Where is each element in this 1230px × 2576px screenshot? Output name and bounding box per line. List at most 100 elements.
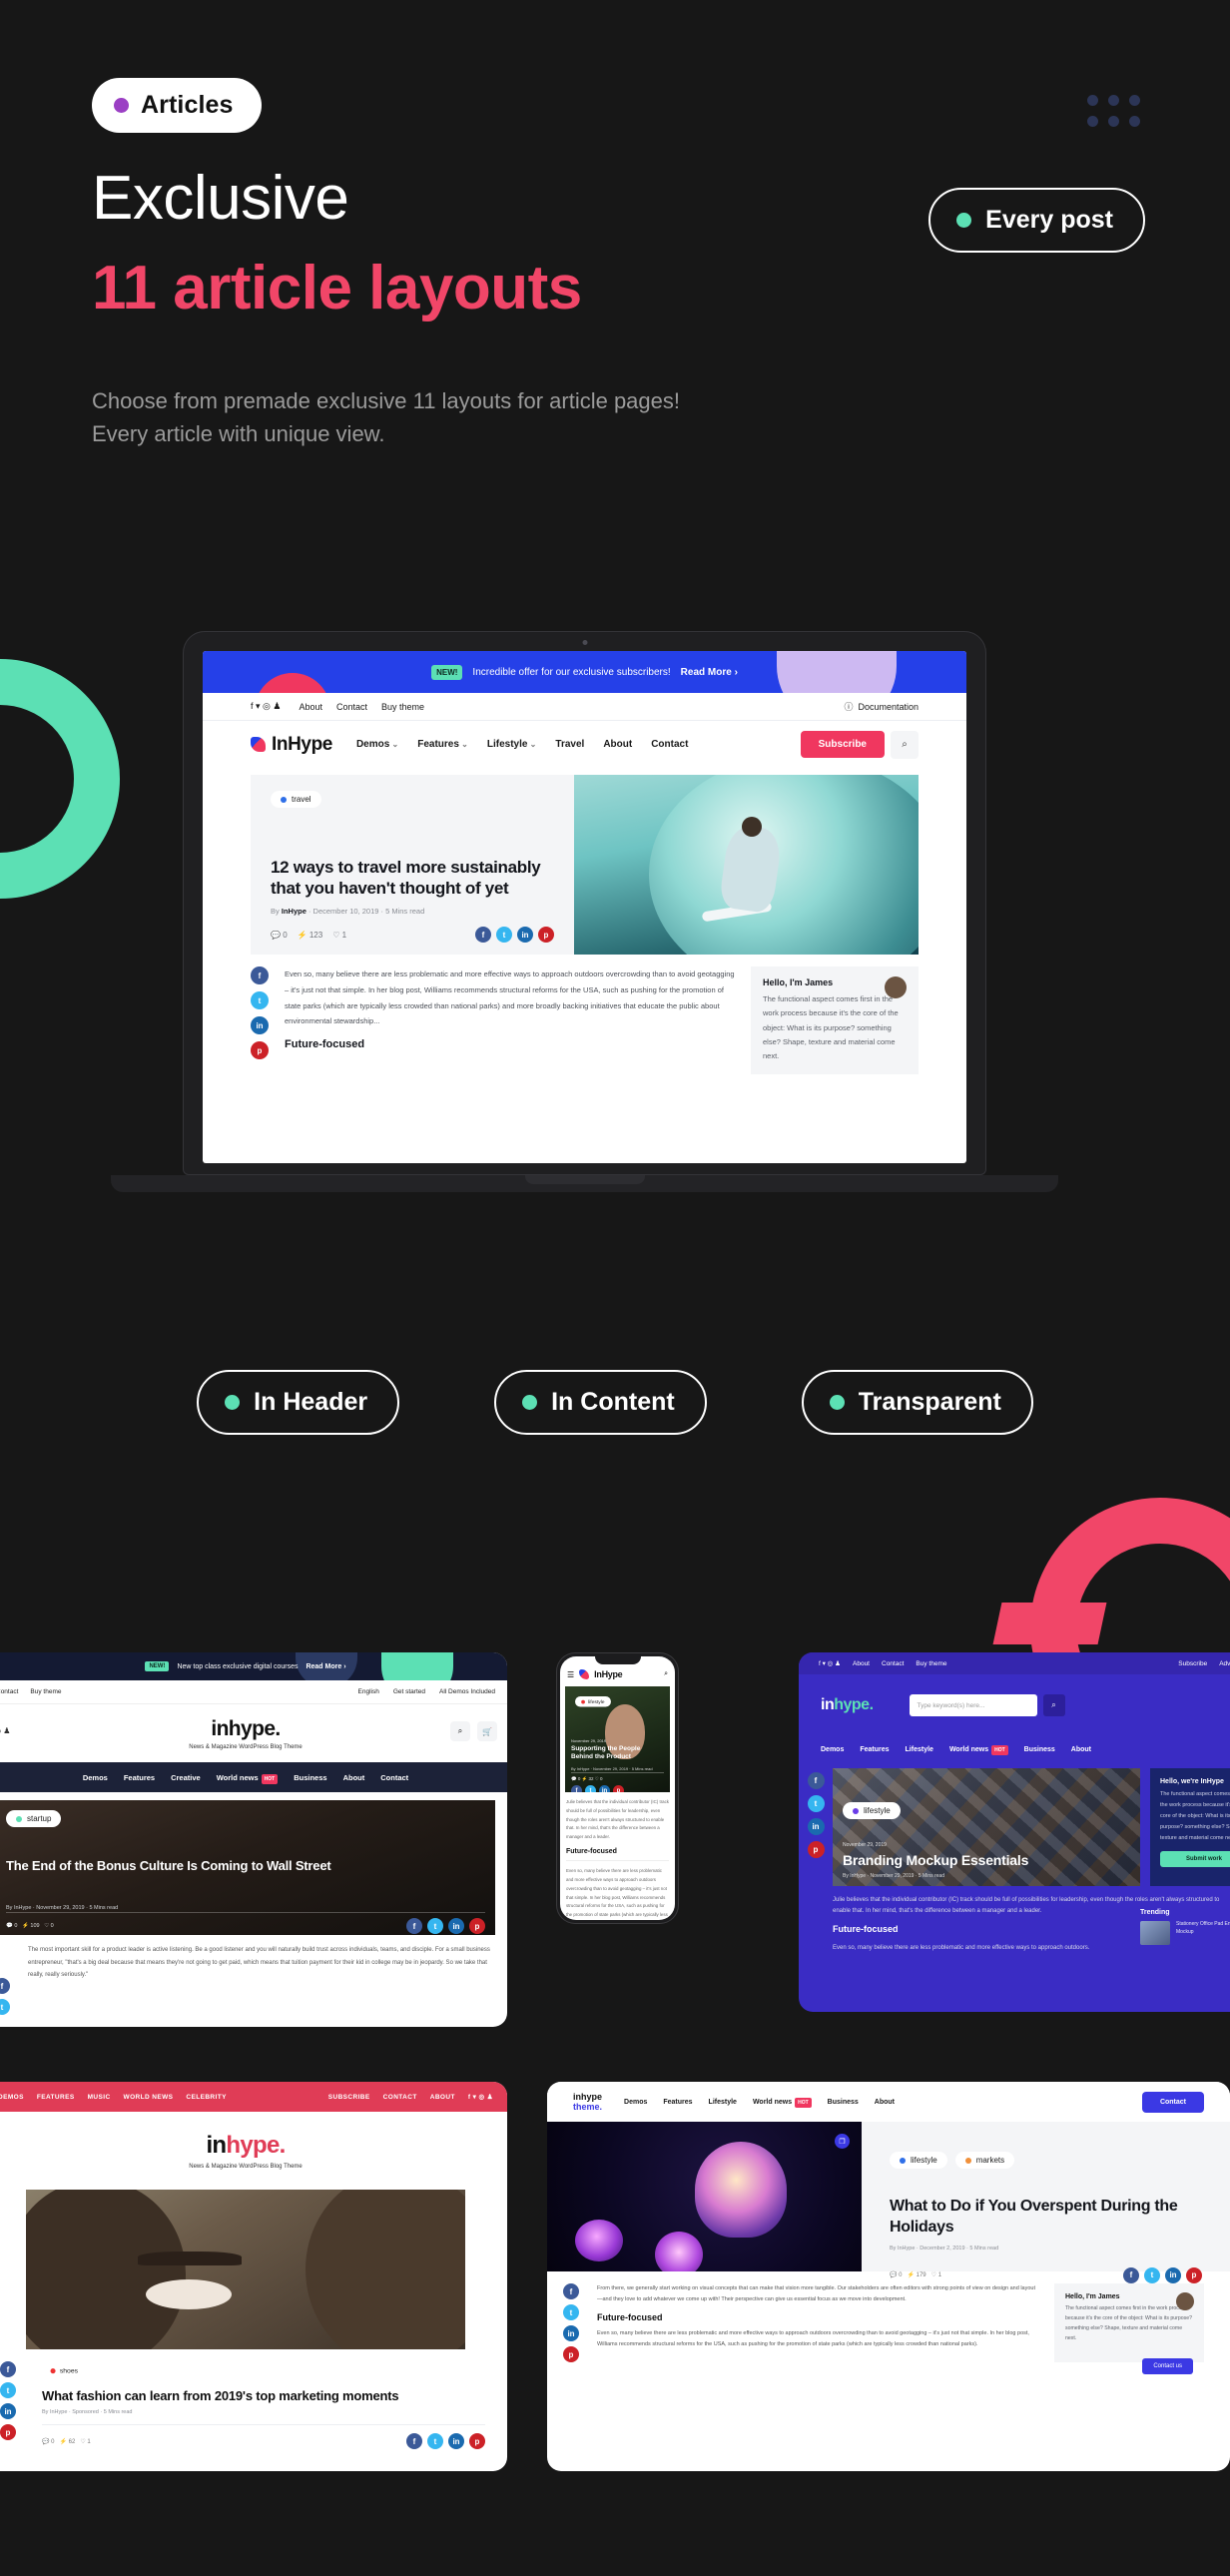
nav-item-travel[interactable]: Travel (555, 739, 584, 750)
facebook-icon[interactable]: f (571, 1785, 582, 1792)
card-a-hero[interactable]: startup The End of the Bonus Culture Is … (0, 1800, 495, 1935)
utility-link-buy-theme[interactable]: Buy theme (381, 702, 424, 712)
facebook-icon[interactable]: f (0, 1978, 10, 1994)
nav-item-features[interactable]: Features (663, 2099, 692, 2106)
utility-get-started[interactable]: Get started (393, 1688, 425, 1695)
twitter-icon[interactable]: t (496, 927, 512, 943)
nav-item-world-news[interactable]: WORLD NEWS (124, 2094, 174, 2101)
pinterest-icon[interactable]: p (251, 1041, 269, 1059)
nav-item-about[interactable]: About (1071, 1746, 1091, 1753)
linkedin-icon[interactable]: in (448, 1918, 464, 1934)
utility-subscribe[interactable]: Subscribe (1178, 1660, 1207, 1667)
card-a-nav[interactable]: Demos Features Creative World news HOT Bu… (0, 1762, 507, 1792)
category-pill-lifestyle[interactable]: lifestyle (843, 1802, 901, 1819)
linkedin-icon[interactable]: in (0, 2403, 16, 2419)
twitter-icon[interactable]: t (807, 1795, 825, 1812)
category-pill-lifestyle[interactable]: lifestyle (575, 1696, 611, 1707)
nav-item-features[interactable]: Features (417, 739, 468, 750)
utility-link-about[interactable]: About (853, 1660, 870, 1667)
pill-in-header[interactable]: In Header (197, 1370, 400, 1435)
contact-us-button[interactable]: Contact us (1142, 2358, 1193, 2374)
twitter-icon[interactable]: t (427, 2433, 443, 2450)
nav-links[interactable]: Demos Features Lifestyle Travel About Co… (356, 739, 688, 750)
utility-link-contact[interactable]: Contact (882, 1660, 904, 1667)
card-d-social-icons[interactable]: f ▾ ◎ ♟ (468, 2093, 493, 2101)
facebook-icon[interactable]: f (1123, 2266, 1139, 2283)
nav-item-lifestyle[interactable]: Lifestyle (487, 739, 537, 750)
utility-link-buy-theme[interactable]: Buy theme (30, 1688, 61, 1695)
nav-item-demos[interactable]: Demos (83, 1773, 108, 1782)
nav-item-demos[interactable]: Demos (624, 2099, 647, 2106)
utility-all-demos[interactable]: All Demos Included (439, 1688, 495, 1695)
nav-item-contact[interactable]: CONTACT (383, 2094, 417, 2101)
utility-advert[interactable]: Advert (1219, 1660, 1230, 1667)
pinterest-icon[interactable]: p (563, 2346, 579, 2362)
twitter-icon[interactable]: t (1144, 2266, 1160, 2283)
nav-item-world-news[interactable]: World news HOT (949, 1744, 1008, 1755)
preview-card-d[interactable]: DEMOS FEATURES MUSIC WORLD NEWS CELEBRIT… (0, 2082, 507, 2471)
phone-hero[interactable]: lifestyle November 29, 2019 Supporting t… (565, 1686, 670, 1792)
nav-item-lifestyle[interactable]: Lifestyle (709, 2099, 737, 2106)
site-top-banner[interactable]: NEW! Incredible offer for our exclusive … (203, 651, 966, 693)
search-icon[interactable]: ⌕ (1042, 1694, 1065, 1716)
nav-item-about[interactable]: About (603, 739, 632, 750)
utility-link-buy-theme[interactable]: Buy theme (916, 1660, 946, 1667)
utility-language[interactable]: English (358, 1688, 379, 1695)
nav-item-features[interactable]: FEATURES (37, 2094, 75, 2101)
utility-social-icons[interactable]: f ▾ ◎ ♟ (251, 701, 281, 712)
pinterest-icon[interactable]: p (1186, 2266, 1202, 2283)
nav-item-world-news[interactable]: World news HOT (753, 2097, 812, 2108)
nav-item-celebrity[interactable]: CELEBRITY (186, 2094, 226, 2101)
trending-item[interactable]: Stationery Office Pad Envelope Mockup (1140, 1921, 1230, 1945)
pill-in-content[interactable]: In Content (494, 1370, 707, 1435)
category-pill-startup[interactable]: startup (6, 1810, 62, 1827)
facebook-icon[interactable]: f (563, 2283, 579, 2299)
nav-item-subscribe[interactable]: SUBSCRIBE (328, 2094, 370, 2101)
banner-read-more-link[interactable]: Read More › (306, 1663, 345, 1670)
category-pill-travel[interactable]: travel (271, 791, 321, 808)
nav-item-features[interactable]: Features (124, 1773, 155, 1782)
linkedin-icon[interactable]: in (517, 927, 533, 943)
utility-link-contact[interactable]: Contact (336, 702, 367, 712)
facebook-icon[interactable]: f (406, 2433, 422, 2450)
linkedin-icon[interactable]: in (807, 1818, 825, 1835)
utility-link-contact[interactable]: Contact (0, 1688, 18, 1695)
nav-item-music[interactable]: MUSIC (88, 2094, 111, 2101)
search-input[interactable]: Type keyword(s) here... (909, 1694, 1037, 1716)
linkedin-icon[interactable]: in (251, 1016, 269, 1034)
nav-item-demos[interactable]: Demos (356, 739, 398, 750)
every-post-pill[interactable]: Every post (928, 188, 1145, 253)
preview-card-e[interactable]: inhype theme. Demos Features Lifestyle Wo… (547, 2082, 1230, 2471)
pinterest-icon[interactable]: p (807, 1841, 825, 1858)
facebook-icon[interactable]: f (807, 1772, 825, 1789)
nav-item-business[interactable]: Business (294, 1773, 326, 1782)
category-pill-shoes[interactable]: shoes (42, 2362, 87, 2377)
nav-item-about[interactable]: About (875, 2099, 895, 2106)
linkedin-icon[interactable]: in (1165, 2266, 1181, 2283)
nav-item-about[interactable]: About (343, 1773, 365, 1782)
twitter-icon[interactable]: t (0, 1999, 10, 2015)
search-icon[interactable]: ⌕ (664, 1670, 668, 1678)
card-d-nav[interactable]: DEMOS FEATURES MUSIC WORLD NEWS CELEBRIT… (0, 2082, 507, 2112)
utility-links[interactable]: About Contact Buy theme (299, 702, 424, 712)
pinterest-icon[interactable]: p (469, 1918, 485, 1934)
nav-item-demos[interactable]: Demos (821, 1746, 844, 1753)
cart-icon[interactable]: 🛒 (477, 1721, 497, 1741)
card-e-nav-links[interactable]: Demos Features Lifestyle World news HOT B… (624, 2097, 895, 2108)
nav-item-business[interactable]: Business (828, 2099, 859, 2106)
nav-item-contact[interactable]: Contact (651, 739, 688, 750)
submit-work-button[interactable]: Submit work (1160, 1851, 1230, 1867)
site-brand[interactable]: InHype (251, 734, 332, 756)
nav-item-business[interactable]: Business (1024, 1746, 1055, 1753)
preview-card-a[interactable]: NEW! New top class exclusive digital cou… (0, 1652, 507, 2027)
facebook-icon[interactable]: f (0, 2361, 16, 2377)
search-icon[interactable]: ⌕ (450, 1721, 470, 1741)
featured-article-title[interactable]: 12 ways to travel more sustainably that … (271, 857, 554, 901)
pinterest-icon[interactable]: p (0, 2424, 16, 2440)
contact-button[interactable]: Contact (1141, 2091, 1204, 2113)
utility-documentation-link[interactable]: ⓘ Documentation (844, 700, 919, 713)
twitter-icon[interactable]: t (585, 1785, 596, 1792)
pinterest-icon[interactable]: p (538, 927, 554, 943)
pinterest-icon[interactable]: p (613, 1785, 624, 1792)
banner-read-more-link[interactable]: Read More › (681, 667, 738, 678)
